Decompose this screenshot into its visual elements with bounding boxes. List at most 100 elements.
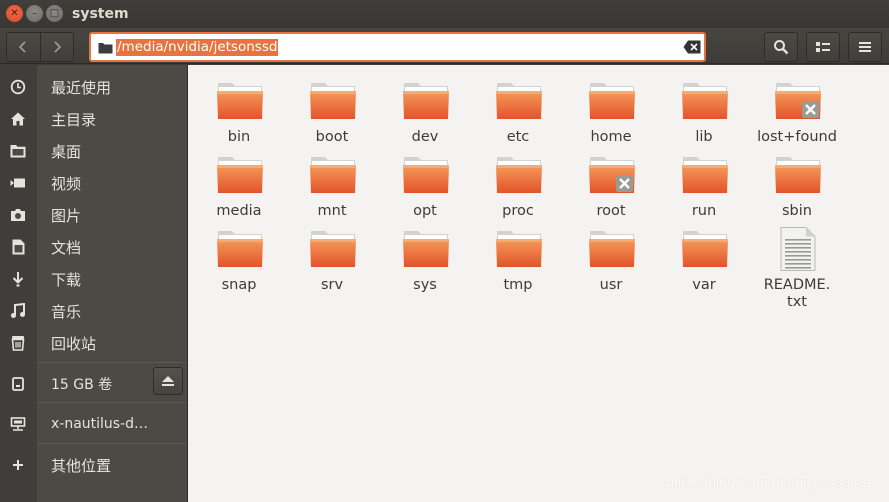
- camera-icon: [9, 206, 27, 224]
- text-file-icon: [780, 227, 816, 271]
- folder-item[interactable]: srv: [287, 227, 377, 297]
- location-entry[interactable]: /media/nvidia/jetsonssd: [89, 32, 706, 62]
- folder-icon: [217, 157, 263, 193]
- folder-item[interactable]: boot: [287, 79, 377, 149]
- sidebar-item-label: 下载: [51, 270, 82, 289]
- sidebar-item-label: 最近使用: [51, 78, 112, 97]
- forward-button[interactable]: [39, 33, 74, 61]
- document-icon: [9, 238, 27, 256]
- sidebar-item-network-drive[interactable]: x-nautilus-d…: [0, 408, 187, 440]
- file-name: bin: [227, 129, 251, 145]
- file-item[interactable]: README. txt: [752, 227, 842, 310]
- file-name: boot: [315, 129, 349, 145]
- folder-item[interactable]: dev: [380, 79, 470, 149]
- folder-item[interactable]: proc: [473, 153, 563, 223]
- sidebar-item-pictures[interactable]: 图片: [0, 199, 187, 231]
- folder-item[interactable]: media: [194, 153, 284, 223]
- folder-icon: [310, 157, 356, 193]
- watermark: https://blog.csdn.net/qq_38898517: [666, 474, 881, 490]
- location-path[interactable]: /media/nvidia/jetsonssd: [116, 39, 279, 56]
- sidebar-item-label: 15 GB 卷: [51, 377, 113, 393]
- folder-item[interactable]: bin: [194, 79, 284, 149]
- folder-item[interactable]: sys: [380, 227, 470, 297]
- search-button[interactable]: [764, 32, 798, 62]
- file-name: opt: [413, 203, 437, 219]
- sidebar-separator: [37, 402, 187, 403]
- folder-item[interactable]: lib: [659, 79, 749, 149]
- folder-item[interactable]: root: [566, 153, 656, 223]
- download-icon: [9, 270, 27, 288]
- sidebar-item-videos[interactable]: 视频: [0, 167, 187, 199]
- sidebar-item-desktop[interactable]: 桌面: [0, 135, 187, 167]
- folder-icon: [98, 43, 113, 54]
- folder-icon: [496, 83, 542, 119]
- folder-icon: [310, 83, 356, 119]
- file-name: lost+found: [757, 129, 837, 145]
- view-mode-button[interactable]: [806, 32, 840, 62]
- sidebar-item-label: 图片: [51, 206, 82, 225]
- file-name: srv: [320, 277, 344, 293]
- sidebar-separator: [37, 443, 187, 444]
- title-bar: ✕ – □ system: [0, 0, 889, 28]
- folder-item[interactable]: mnt: [287, 153, 377, 223]
- folder-item[interactable]: opt: [380, 153, 470, 223]
- sidebar-item-volume[interactable]: 15 GB 卷: [0, 367, 187, 400]
- sidebar-item-documents[interactable]: 文档: [0, 231, 187, 263]
- file-name: snap: [221, 277, 257, 293]
- music-icon: [9, 302, 27, 320]
- sidebar-item-label: 音乐: [51, 302, 82, 321]
- folder-item[interactable]: sbin: [752, 153, 842, 223]
- sidebar-item-label: 文档: [51, 238, 82, 257]
- sidebar-item-label: 回收站: [51, 334, 97, 353]
- eject-button[interactable]: [153, 367, 183, 395]
- file-view[interactable]: bin boot dev etc home lib lost+found med…: [187, 65, 889, 502]
- folder-icon: [217, 231, 263, 267]
- folder-item[interactable]: var: [659, 227, 749, 297]
- file-name: mnt: [317, 203, 347, 219]
- folder-icon: [775, 157, 821, 193]
- sidebar-item-trash[interactable]: 回收站: [0, 327, 187, 359]
- clock-icon: [9, 78, 27, 96]
- folder-item[interactable]: home: [566, 79, 656, 149]
- file-name: proc: [502, 203, 534, 219]
- search-icon: [774, 40, 789, 55]
- folder-item[interactable]: run: [659, 153, 749, 223]
- sidebar-separator: [37, 362, 187, 363]
- sidebar-item-downloads[interactable]: 下载: [0, 263, 187, 295]
- network-drive-icon: [9, 415, 27, 433]
- close-window-button[interactable]: ✕: [6, 5, 23, 22]
- clear-text-icon[interactable]: [683, 40, 701, 54]
- sidebar-item-label: x-nautilus-d…: [51, 416, 149, 432]
- home-icon: [9, 110, 27, 128]
- file-name: var: [692, 277, 716, 293]
- sidebar-item-music[interactable]: 音乐: [0, 295, 187, 327]
- folder-icon: [403, 231, 449, 267]
- back-button[interactable]: [7, 33, 40, 61]
- folder-item[interactable]: snap: [194, 227, 284, 297]
- sidebar-item-home[interactable]: 主目录: [0, 103, 187, 135]
- menu-button[interactable]: [848, 32, 882, 62]
- folder-icon: [9, 142, 27, 160]
- list-view-icon: [816, 42, 830, 52]
- sidebar-item-label: 桌面: [51, 142, 82, 161]
- maximize-window-button[interactable]: □: [46, 5, 63, 22]
- folder-icon: [589, 231, 635, 267]
- hamburger-menu-icon: [859, 42, 871, 52]
- folder-item[interactable]: lost+found: [752, 79, 842, 149]
- chevron-left-icon: [19, 41, 26, 53]
- folder-item[interactable]: usr: [566, 227, 656, 297]
- folder-item[interactable]: etc: [473, 79, 563, 149]
- folder-icon: [589, 83, 635, 119]
- sidebar-item-other-locations[interactable]: 其他位置: [0, 449, 187, 481]
- sidebar-item-label: 视频: [51, 174, 82, 193]
- minimize-window-button[interactable]: –: [26, 5, 43, 22]
- file-name: home: [590, 129, 632, 145]
- trash-icon: [9, 334, 27, 352]
- sidebar-item-recent[interactable]: 最近使用: [0, 71, 187, 103]
- file-name: sys: [413, 277, 437, 293]
- file-name: sbin: [782, 203, 812, 219]
- folder-item[interactable]: tmp: [473, 227, 563, 297]
- folder-icon: [403, 83, 449, 119]
- sidebar: 最近使用 主目录 桌面 视频 图片 文档 下载 音乐 回收站 15 GB 卷 x…: [0, 65, 187, 502]
- chevron-right-icon: [54, 41, 61, 53]
